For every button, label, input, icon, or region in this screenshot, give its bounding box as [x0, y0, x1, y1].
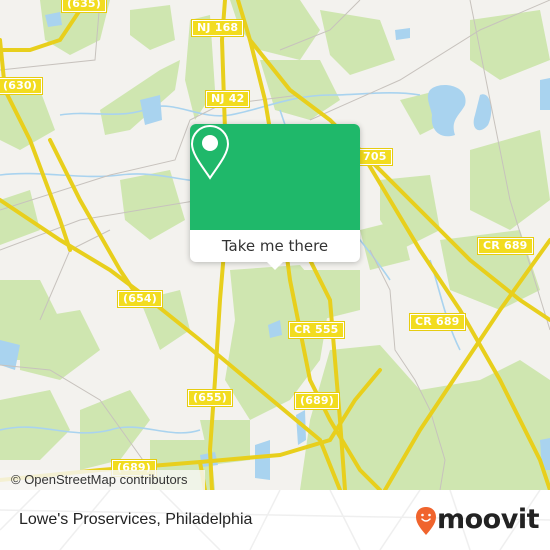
- road-label-cr635: (635): [60, 0, 108, 13]
- popup-pointer: [266, 261, 284, 270]
- road-label-cr705: 705: [357, 148, 393, 166]
- take-me-there-button[interactable]: Take me there: [190, 230, 360, 262]
- road-label-cr689-east: CR 689: [477, 237, 534, 255]
- moovit-wordmark: moovit: [437, 504, 540, 535]
- map-attribution[interactable]: © OpenStreetMap contributors: [0, 470, 205, 490]
- road-label-cr655: (655): [186, 389, 234, 407]
- road-label-cr654: (654): [116, 290, 164, 308]
- road-label-nj42: NJ 42: [204, 90, 251, 108]
- place-title: Lowe's Proservices, Philadelphia: [19, 511, 253, 528]
- location-popup: Take me there: [190, 124, 360, 270]
- map-view[interactable]: (635) NJ 168 (630) NJ 42 705 (654) CR 68…: [0, 0, 550, 490]
- road-label-cr689-south: CR 689: [409, 313, 466, 331]
- moovit-smiley-pin-icon: [416, 507, 436, 535]
- location-pin-icon: [190, 124, 230, 180]
- footer-bar: Lowe's Proservices, Philadelphia moovit: [0, 490, 550, 550]
- road-label-nj168: NJ 168: [190, 19, 245, 37]
- road-label-cr689-center: (689): [293, 392, 341, 410]
- road-label-cr555: CR 555: [288, 321, 345, 339]
- moovit-logo[interactable]: moovit: [415, 500, 540, 540]
- popup-header: [190, 124, 360, 230]
- road-label-cr630: (630): [0, 77, 44, 95]
